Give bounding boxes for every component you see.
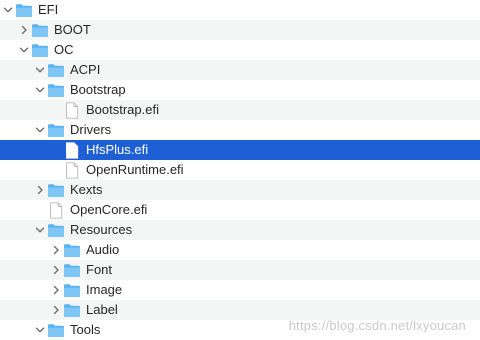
folder-icon	[62, 280, 82, 300]
chevron-down-icon[interactable]	[34, 220, 46, 240]
folder-icon	[30, 20, 50, 40]
chevron-right-icon[interactable]	[34, 180, 46, 200]
folder-icon	[46, 80, 66, 100]
row-label[interactable]: Label	[0, 300, 480, 320]
folder-icon	[62, 260, 82, 280]
item-label: HfsPlus.efi	[86, 142, 149, 157]
item-label: Kexts	[70, 182, 103, 197]
row-bootstrap[interactable]: Bootstrap	[0, 80, 480, 100]
row-openruntime-efi[interactable]: OpenRuntime.efi	[0, 160, 480, 180]
item-label: BOOT	[54, 22, 91, 37]
chevron-down-icon[interactable]	[34, 320, 46, 340]
document-icon	[62, 160, 82, 180]
item-label: Tools	[70, 322, 101, 337]
item-label: Bootstrap.efi	[86, 102, 159, 117]
item-label: Audio	[86, 242, 120, 257]
folder-icon	[46, 120, 66, 140]
folder-icon	[46, 180, 66, 200]
chevron-right-icon[interactable]	[50, 300, 62, 320]
row-oc[interactable]: OC	[0, 40, 480, 60]
row-opencore-efi[interactable]: OpenCore.efi	[0, 200, 480, 220]
chevron-right-icon[interactable]	[50, 280, 62, 300]
folder-icon	[62, 300, 82, 320]
folder-icon	[46, 60, 66, 80]
chevron-down-icon[interactable]	[34, 120, 46, 140]
chevron-down-icon[interactable]	[34, 80, 46, 100]
item-label: OpenRuntime.efi	[86, 162, 184, 177]
item-label: Resources	[70, 222, 133, 237]
item-label: ACPI	[70, 62, 101, 77]
row-hfsplus-efi[interactable]: HfsPlus.efi	[0, 140, 480, 160]
chevron-right-icon[interactable]	[50, 240, 62, 260]
document-icon	[62, 100, 82, 120]
item-label: Font	[86, 262, 113, 277]
item-label: OC	[54, 42, 74, 57]
row-image[interactable]: Image	[0, 280, 480, 300]
document-icon	[62, 140, 82, 160]
row-audio[interactable]: Audio	[0, 240, 480, 260]
item-label: Drivers	[70, 122, 112, 137]
folder-icon	[30, 40, 50, 60]
row-acpi[interactable]: ACPI	[0, 60, 480, 80]
item-label: Label	[86, 302, 118, 317]
row-boot[interactable]: BOOT	[0, 20, 480, 40]
chevron-right-icon[interactable]	[50, 260, 62, 280]
folder-icon	[62, 240, 82, 260]
item-label: Bootstrap	[70, 82, 126, 97]
chevron-down-icon[interactable]	[2, 0, 14, 20]
watermark-text: https://blog.csdn.net/lxyoucan	[288, 318, 466, 333]
chevron-right-icon[interactable]	[18, 20, 30, 40]
document-icon	[46, 200, 66, 220]
row-bootstrap-efi[interactable]: Bootstrap.efi	[0, 100, 480, 120]
chevron-down-icon[interactable]	[34, 60, 46, 80]
item-label: OpenCore.efi	[70, 202, 148, 217]
folder-icon	[46, 220, 66, 240]
row-efi[interactable]: EFI	[0, 0, 480, 20]
row-resources[interactable]: Resources	[0, 220, 480, 240]
folder-icon	[14, 0, 34, 20]
file-tree: EFI BOOT OC ACPI Bootstrap Bootstrap.efi…	[0, 0, 480, 340]
row-font[interactable]: Font	[0, 260, 480, 280]
row-kexts[interactable]: Kexts	[0, 180, 480, 200]
chevron-down-icon[interactable]	[18, 40, 30, 60]
item-label: Image	[86, 282, 123, 297]
folder-icon	[46, 320, 66, 340]
item-label: EFI	[38, 2, 59, 17]
row-drivers[interactable]: Drivers	[0, 120, 480, 140]
